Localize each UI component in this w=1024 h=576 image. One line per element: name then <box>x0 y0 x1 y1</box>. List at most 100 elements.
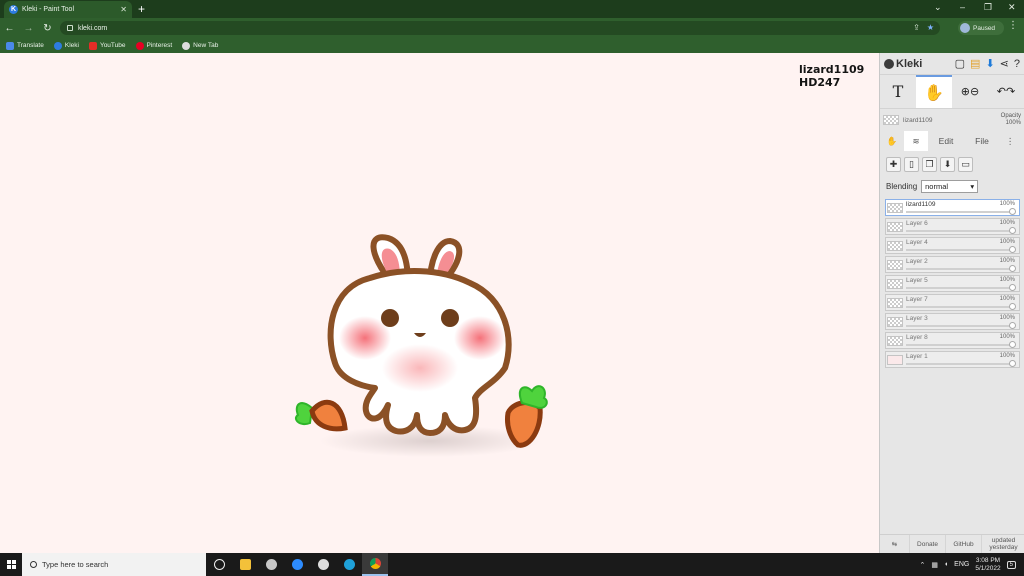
layer-item[interactable]: lizard1109 100% <box>885 199 1020 216</box>
add-layer-button[interactable]: ✚ <box>886 156 901 172</box>
tab-file[interactable]: File <box>964 131 1000 151</box>
layer-actions: ✚ ▯ ❐ ⬇ ▭ <box>880 153 1024 175</box>
delete-layer-button[interactable]: ▯ <box>904 156 919 172</box>
app-icon <box>265 559 277 570</box>
new-tab-button[interactable]: + <box>138 2 145 16</box>
merge-layer-button[interactable]: ⬇ <box>940 156 955 172</box>
browser-menu-icon[interactable]: ⋮ <box>1008 20 1018 31</box>
minimize-button[interactable]: – <box>960 2 965 12</box>
bookmark-star-icon[interactable]: ★ <box>927 23 934 32</box>
tab-search-icon[interactable]: ⌄ <box>934 2 942 13</box>
start-button[interactable] <box>0 560 22 569</box>
search-icon <box>30 561 37 568</box>
panel-tabs: ✋ ≋ Edit File ⋮ <box>880 131 1024 151</box>
current-layer-row: lizard1109 Opacity 100% <box>880 109 1024 131</box>
bookmark-pinterest[interactable]: Pinterest <box>135 41 172 50</box>
bookmark-translate[interactable]: Translate <box>6 41 44 50</box>
panel-footer: ⇆ Donate GitHub updated yesterday <box>880 534 1024 553</box>
clock[interactable]: 3:08 PM 5/1/2022 <box>975 557 1000 573</box>
opacity-slider-handle[interactable] <box>1009 360 1016 367</box>
zoom-app-button[interactable] <box>284 553 310 576</box>
file-explorer-button[interactable] <box>232 553 258 576</box>
bookmarks-bar: Translate Kleki YouTube Pinterest New Ta… <box>0 38 1024 53</box>
layer-item[interactable]: Layer 4 100% <box>885 237 1020 254</box>
app-button[interactable] <box>258 553 284 576</box>
browser-tab-strip: K Kleki - Paint Tool ✕ + ⌄ – ❐ ✕ <box>0 0 1024 18</box>
task-view-icon <box>213 559 225 570</box>
pinterest-icon <box>135 41 144 50</box>
layer-item[interactable]: Layer 8 100% <box>885 332 1020 349</box>
bookmark-new-tab[interactable]: New Tab <box>182 41 218 50</box>
download-icon[interactable]: ⬇ <box>985 57 994 70</box>
swap-side-icon[interactable]: ⇆ <box>880 535 910 553</box>
lang-indicator[interactable]: ENG <box>954 561 969 568</box>
kleki-logo[interactable]: Kleki <box>884 58 950 70</box>
opacity-slider-handle[interactable] <box>1009 284 1016 291</box>
tab-edit[interactable]: Edit <box>928 131 964 151</box>
opacity-slider-handle[interactable] <box>1009 322 1016 329</box>
bookmark-youtube[interactable]: YouTube <box>88 41 126 50</box>
left-carrot-leaf <box>294 402 314 425</box>
help-icon[interactable]: ? <box>1014 58 1020 70</box>
system-tray: ⌃ ▦ ◖ ENG 3:08 PM 5/1/2022 5 <box>919 553 1024 576</box>
close-tab-icon[interactable]: ✕ <box>120 5 127 14</box>
text-tool-button[interactable]: T <box>880 75 916 108</box>
blending-select[interactable]: normal ▾ <box>921 179 979 193</box>
more-options-icon[interactable]: ⋮ <box>1000 131 1020 151</box>
rename-layer-button[interactable]: ▭ <box>958 156 973 172</box>
layer-item[interactable]: Layer 5 100% <box>885 275 1020 292</box>
browser-tab-kleki[interactable]: K Kleki - Paint Tool ✕ <box>4 1 132 18</box>
layer-list: lizard1109 100% Layer 6 100% Layer 4 100% L… <box>880 199 1024 368</box>
opacity-slider-handle[interactable] <box>1009 303 1016 310</box>
network-icon[interactable]: ▦ <box>931 561 938 569</box>
blending-row: Blending normal ▾ <box>880 177 1024 195</box>
address-bar[interactable]: kleki.com ⇪ ★ <box>60 21 940 35</box>
translate-icon <box>6 41 14 50</box>
opacity-slider-handle[interactable] <box>1009 265 1016 272</box>
hand-tool-button[interactable]: ✋ <box>916 75 952 108</box>
chevron-down-icon: ▾ <box>970 181 975 191</box>
volume-icon[interactable]: ◖ <box>944 561 948 568</box>
chevron-up-icon[interactable]: ⌃ <box>919 561 925 569</box>
layer-item[interactable]: Layer 3 100% <box>885 313 1020 330</box>
taskbar-search[interactable]: Type here to search <box>22 553 206 576</box>
new-image-icon[interactable]: ▢ <box>955 57 965 70</box>
layer-item[interactable]: Layer 7 100% <box>885 294 1020 311</box>
drawing-canvas[interactable]: lizard1109 HD247 <box>0 53 879 553</box>
forward-arrow-icon[interactable]: → <box>19 23 38 34</box>
share-icon[interactable]: ⋖ <box>1000 57 1009 70</box>
opacity-slider-handle[interactable] <box>1009 227 1016 234</box>
changelog-link[interactable]: updated yesterday <box>982 535 1024 553</box>
opacity-slider-handle[interactable] <box>1009 341 1016 348</box>
notifications-app-button[interactable] <box>310 553 336 576</box>
github-link[interactable]: GitHub <box>946 535 982 553</box>
chrome-button[interactable] <box>362 553 388 576</box>
save-icon[interactable]: ▤ <box>970 57 980 70</box>
reload-icon[interactable]: ↻ <box>38 23 57 34</box>
donate-link[interactable]: Donate <box>910 535 946 553</box>
tool-row: T ✋ ⊕⊖ ↶↷ <box>880 75 1024 109</box>
globe-icon <box>182 41 191 50</box>
back-arrow-icon[interactable]: ← <box>0 23 19 34</box>
tab-layers[interactable]: ≋ <box>904 131 928 151</box>
duplicate-layer-button[interactable]: ❐ <box>922 156 937 172</box>
restore-button[interactable]: ❐ <box>984 2 992 13</box>
close-window-button[interactable]: ✕ <box>1008 2 1016 13</box>
notification-center-icon[interactable]: 5 <box>1006 560 1016 569</box>
zoom-buttons[interactable]: ⊕⊖ <box>952 75 988 108</box>
folder-icon <box>239 559 251 570</box>
opacity-readout: Opacity 100% <box>1000 113 1021 126</box>
opacity-slider-handle[interactable] <box>1009 208 1016 215</box>
opacity-slider-handle[interactable] <box>1009 246 1016 253</box>
bookmark-kleki[interactable]: Kleki <box>53 41 79 50</box>
edge-button[interactable] <box>336 553 362 576</box>
profile-button[interactable]: Paused <box>958 21 1004 35</box>
layer-item[interactable]: Layer 6 100% <box>885 218 1020 235</box>
kleki-side-panel: Kleki ▢ ▤ ⬇ ⋖ ? T ✋ ⊕⊖ ↶↷ lizard1109 Opa… <box>879 53 1024 553</box>
undo-redo-buttons[interactable]: ↶↷ <box>988 75 1024 108</box>
task-view-button[interactable] <box>206 553 232 576</box>
layer-item[interactable]: Layer 2 100% <box>885 256 1020 273</box>
tab-hand[interactable]: ✋ <box>880 131 904 151</box>
share-icon[interactable]: ⇪ <box>913 23 920 32</box>
layer-item[interactable]: Layer 1 100% <box>885 351 1020 368</box>
